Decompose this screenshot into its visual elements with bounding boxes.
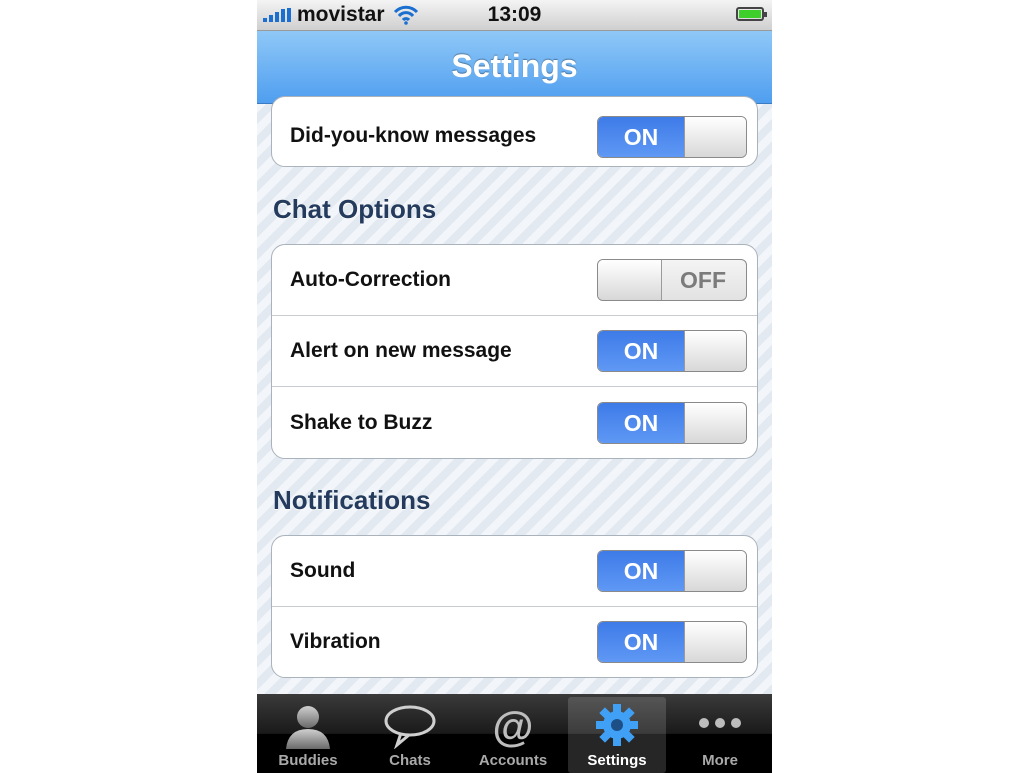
svg-text:@: @ <box>493 703 534 749</box>
phone-screen: movistar 13:09 Settings Did-you-know mes… <box>257 0 772 773</box>
setting-row-alert-new-message: Alert on new message ON <box>272 316 757 387</box>
sound-toggle[interactable]: ON <box>597 550 747 592</box>
settings-content[interactable]: Did-you-know messages ON Chat Options Au… <box>257 96 772 694</box>
general-settings-group: Did-you-know messages ON <box>271 96 758 167</box>
tab-more[interactable]: More <box>671 697 769 773</box>
at-sign-icon: @ <box>493 703 534 749</box>
shake-to-buzz-toggle[interactable]: ON <box>597 401 747 444</box>
setting-label: Alert on new message <box>290 339 512 362</box>
setting-label: Auto-Correction <box>290 268 451 291</box>
section-header-chat-options: Chat Options <box>273 194 437 224</box>
tab-chats[interactable]: Chats <box>361 697 459 773</box>
auto-correction-toggle[interactable]: OFF <box>597 259 747 301</box>
person-icon <box>286 706 330 749</box>
tab-accounts[interactable]: @ Accounts <box>464 697 562 773</box>
setting-label: Vibration <box>290 630 381 653</box>
status-bar: movistar 13:09 <box>257 0 772 31</box>
setting-label: Sound <box>290 559 356 582</box>
speech-bubble-icon <box>384 705 436 749</box>
vibration-toggle[interactable]: ON <box>597 621 747 663</box>
battery-icon <box>736 7 767 21</box>
section-header-notifications: Notifications <box>273 485 431 515</box>
setting-row-shake-to-buzz: Shake to Buzz ON <box>272 387 757 458</box>
tab-bar: Buddies Chats @ Accounts Settings More <box>257 694 772 773</box>
setting-row-vibration: Vibration ON <box>272 607 757 677</box>
tab-buddies[interactable]: Buddies <box>259 697 357 773</box>
setting-row-sound: Sound ON <box>272 536 757 607</box>
gear-icon <box>596 704 638 746</box>
setting-label: Did-you-know messages <box>290 124 537 148</box>
tab-settings[interactable]: Settings <box>568 697 666 773</box>
setting-row-did-you-know: Did-you-know messages ON <box>272 97 757 166</box>
more-dots-icon <box>699 718 741 728</box>
chat-options-group: Auto-Correction OFF Alert on new message… <box>271 244 758 459</box>
navigation-bar: Settings <box>257 31 772 104</box>
notifications-group: Sound ON Vibration ON <box>271 535 758 678</box>
page-title: Settings <box>451 48 578 84</box>
status-time: 13:09 <box>487 3 542 26</box>
alert-new-message-toggle[interactable]: ON <box>597 330 747 372</box>
did-you-know-toggle[interactable]: ON <box>597 116 747 159</box>
setting-row-auto-correction: Auto-Correction OFF <box>272 245 757 316</box>
setting-label: Shake to Buzz <box>290 410 433 434</box>
